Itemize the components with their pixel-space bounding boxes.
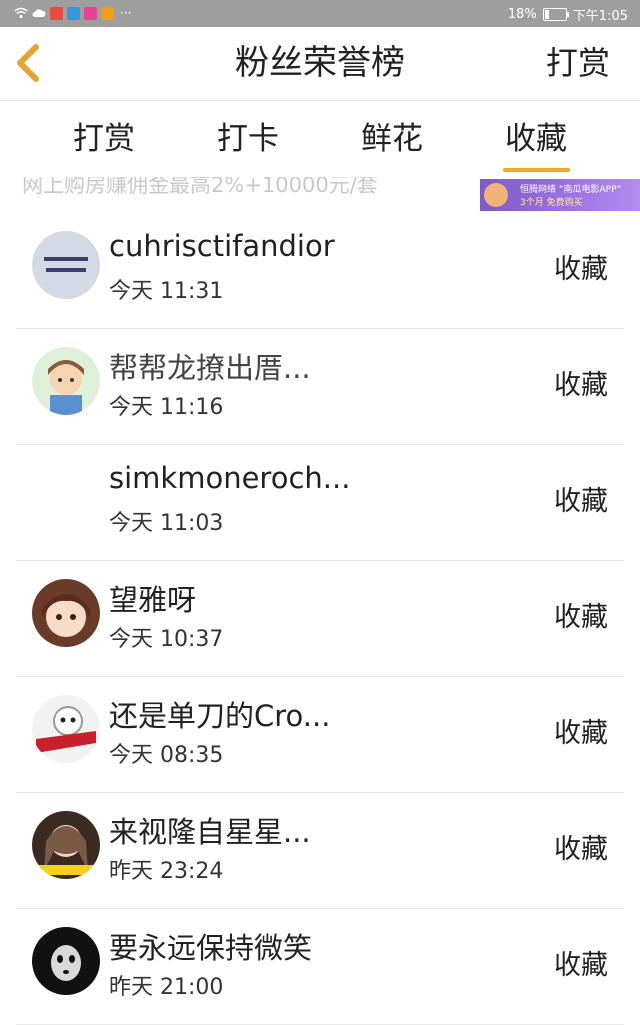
page-title: 粉丝荣誉榜	[235, 43, 405, 83]
list-item[interactable]: simkmoneroch... 今天 11:03 收藏	[16, 445, 624, 561]
ad-figure-image	[484, 183, 508, 207]
status-icons: ···	[14, 6, 131, 20]
more-notifications: ···	[120, 6, 132, 20]
list-item[interactable]: 望雅呀 今天 10:37 收藏	[16, 561, 624, 677]
reward-button[interactable]: 打赏	[546, 27, 610, 100]
avatar[interactable]	[32, 811, 100, 879]
fan-time: 今天 11:03	[109, 511, 224, 536]
mask-avatar-image	[32, 927, 100, 995]
active-tab-indicator	[503, 168, 570, 172]
status-bar: ··· 18% 下午1:05	[0, 0, 640, 27]
battery-percent: 18%	[507, 7, 537, 22]
ad-banner[interactable]: 恒腾网络 “南瓜电影APP” 3个月 免费购买	[480, 179, 640, 211]
avatar[interactable]	[32, 463, 100, 531]
tab-reward[interactable]: 打赏	[68, 101, 140, 177]
fan-name: 望雅呀	[109, 583, 197, 617]
fan-time: 昨天 23:24	[109, 859, 224, 884]
fan-time: 今天 08:35	[109, 743, 224, 768]
fan-name: cuhrisctifandior	[109, 229, 335, 263]
fan-time: 今天 11:16	[109, 395, 224, 420]
fan-name: 要永远保持微笑	[109, 931, 313, 965]
clock: 下午1:05	[572, 9, 628, 24]
action-label: 收藏	[554, 602, 608, 633]
avatar[interactable]	[32, 695, 100, 763]
ad-text[interactable]: 网上购房赚佣金最高2%+10000元/套	[22, 177, 378, 199]
tab-checkin[interactable]: 打卡	[212, 101, 284, 177]
battery-icon	[542, 8, 569, 21]
play-icon	[101, 6, 114, 20]
ad-strip[interactable]: 网上购房赚佣金最高2%+10000元/套 恒腾网络 “南瓜电影APP” 3个月 …	[0, 177, 640, 213]
fan-list: cuhrisctifandior 今天 11:31 收藏 帮帮龙撩出厝... 今…	[0, 213, 640, 1025]
text-avatar-image	[32, 231, 100, 299]
anime-girl-avatar-image	[32, 579, 100, 647]
action-label: 收藏	[554, 834, 608, 865]
fan-name: 帮帮龙撩出厝...	[109, 351, 311, 385]
skeleton-avatar-image	[32, 695, 100, 763]
fan-time: 今天 10:37	[109, 627, 224, 652]
girl-photo-avatar-image	[32, 811, 100, 879]
action-label: 收藏	[554, 718, 608, 749]
fan-name: 还是单刀的Cro...	[109, 699, 331, 733]
chevron-left-icon	[17, 44, 39, 82]
action-label: 收藏	[554, 486, 608, 517]
avatar[interactable]	[32, 231, 100, 299]
app-notification-icon	[84, 6, 97, 20]
avatar[interactable]	[32, 579, 100, 647]
avatar[interactable]	[32, 347, 100, 415]
tab-bar: 打赏 打卡 鲜花 收藏	[0, 101, 640, 177]
action-label: 收藏	[554, 370, 608, 401]
ad-banner-line1: 恒腾网络 “南瓜电影APP”	[520, 185, 622, 195]
list-item[interactable]: 要永远保持微笑 昨天 21:00 收藏	[16, 909, 624, 1025]
avatar[interactable]	[32, 927, 100, 995]
ad-banner-line2: 3个月 免费购买	[520, 198, 583, 208]
fan-time: 昨天 21:00	[109, 975, 224, 1000]
wifi-icon	[14, 7, 28, 18]
status-right: 18% 下午1:05	[508, 5, 628, 24]
tab-flowers[interactable]: 鲜花	[356, 101, 428, 177]
action-label: 收藏	[554, 254, 608, 285]
app-notification-icon	[67, 6, 80, 20]
top-nav-bar: 粉丝荣誉榜 打赏	[0, 27, 640, 101]
fan-time: 今天 11:31	[109, 279, 224, 304]
cloud-icon	[32, 9, 46, 17]
back-button[interactable]	[10, 41, 54, 85]
tab-favorites[interactable]: 收藏	[500, 101, 572, 177]
list-item[interactable]: 来视隆自星星... 昨天 23:24 收藏	[16, 793, 624, 909]
cartoon-boy-avatar-image	[32, 347, 100, 415]
action-label: 收藏	[554, 950, 608, 981]
app-notification-icon	[50, 6, 63, 20]
fan-name: 来视隆自星星...	[109, 815, 311, 849]
fan-name: simkmoneroch...	[109, 461, 351, 495]
list-item[interactable]: 还是单刀的Cro... 今天 08:35 收藏	[16, 677, 624, 793]
list-item[interactable]: cuhrisctifandior 今天 11:31 收藏	[16, 213, 624, 329]
list-item[interactable]: 帮帮龙撩出厝... 今天 11:16 收藏	[16, 329, 624, 445]
